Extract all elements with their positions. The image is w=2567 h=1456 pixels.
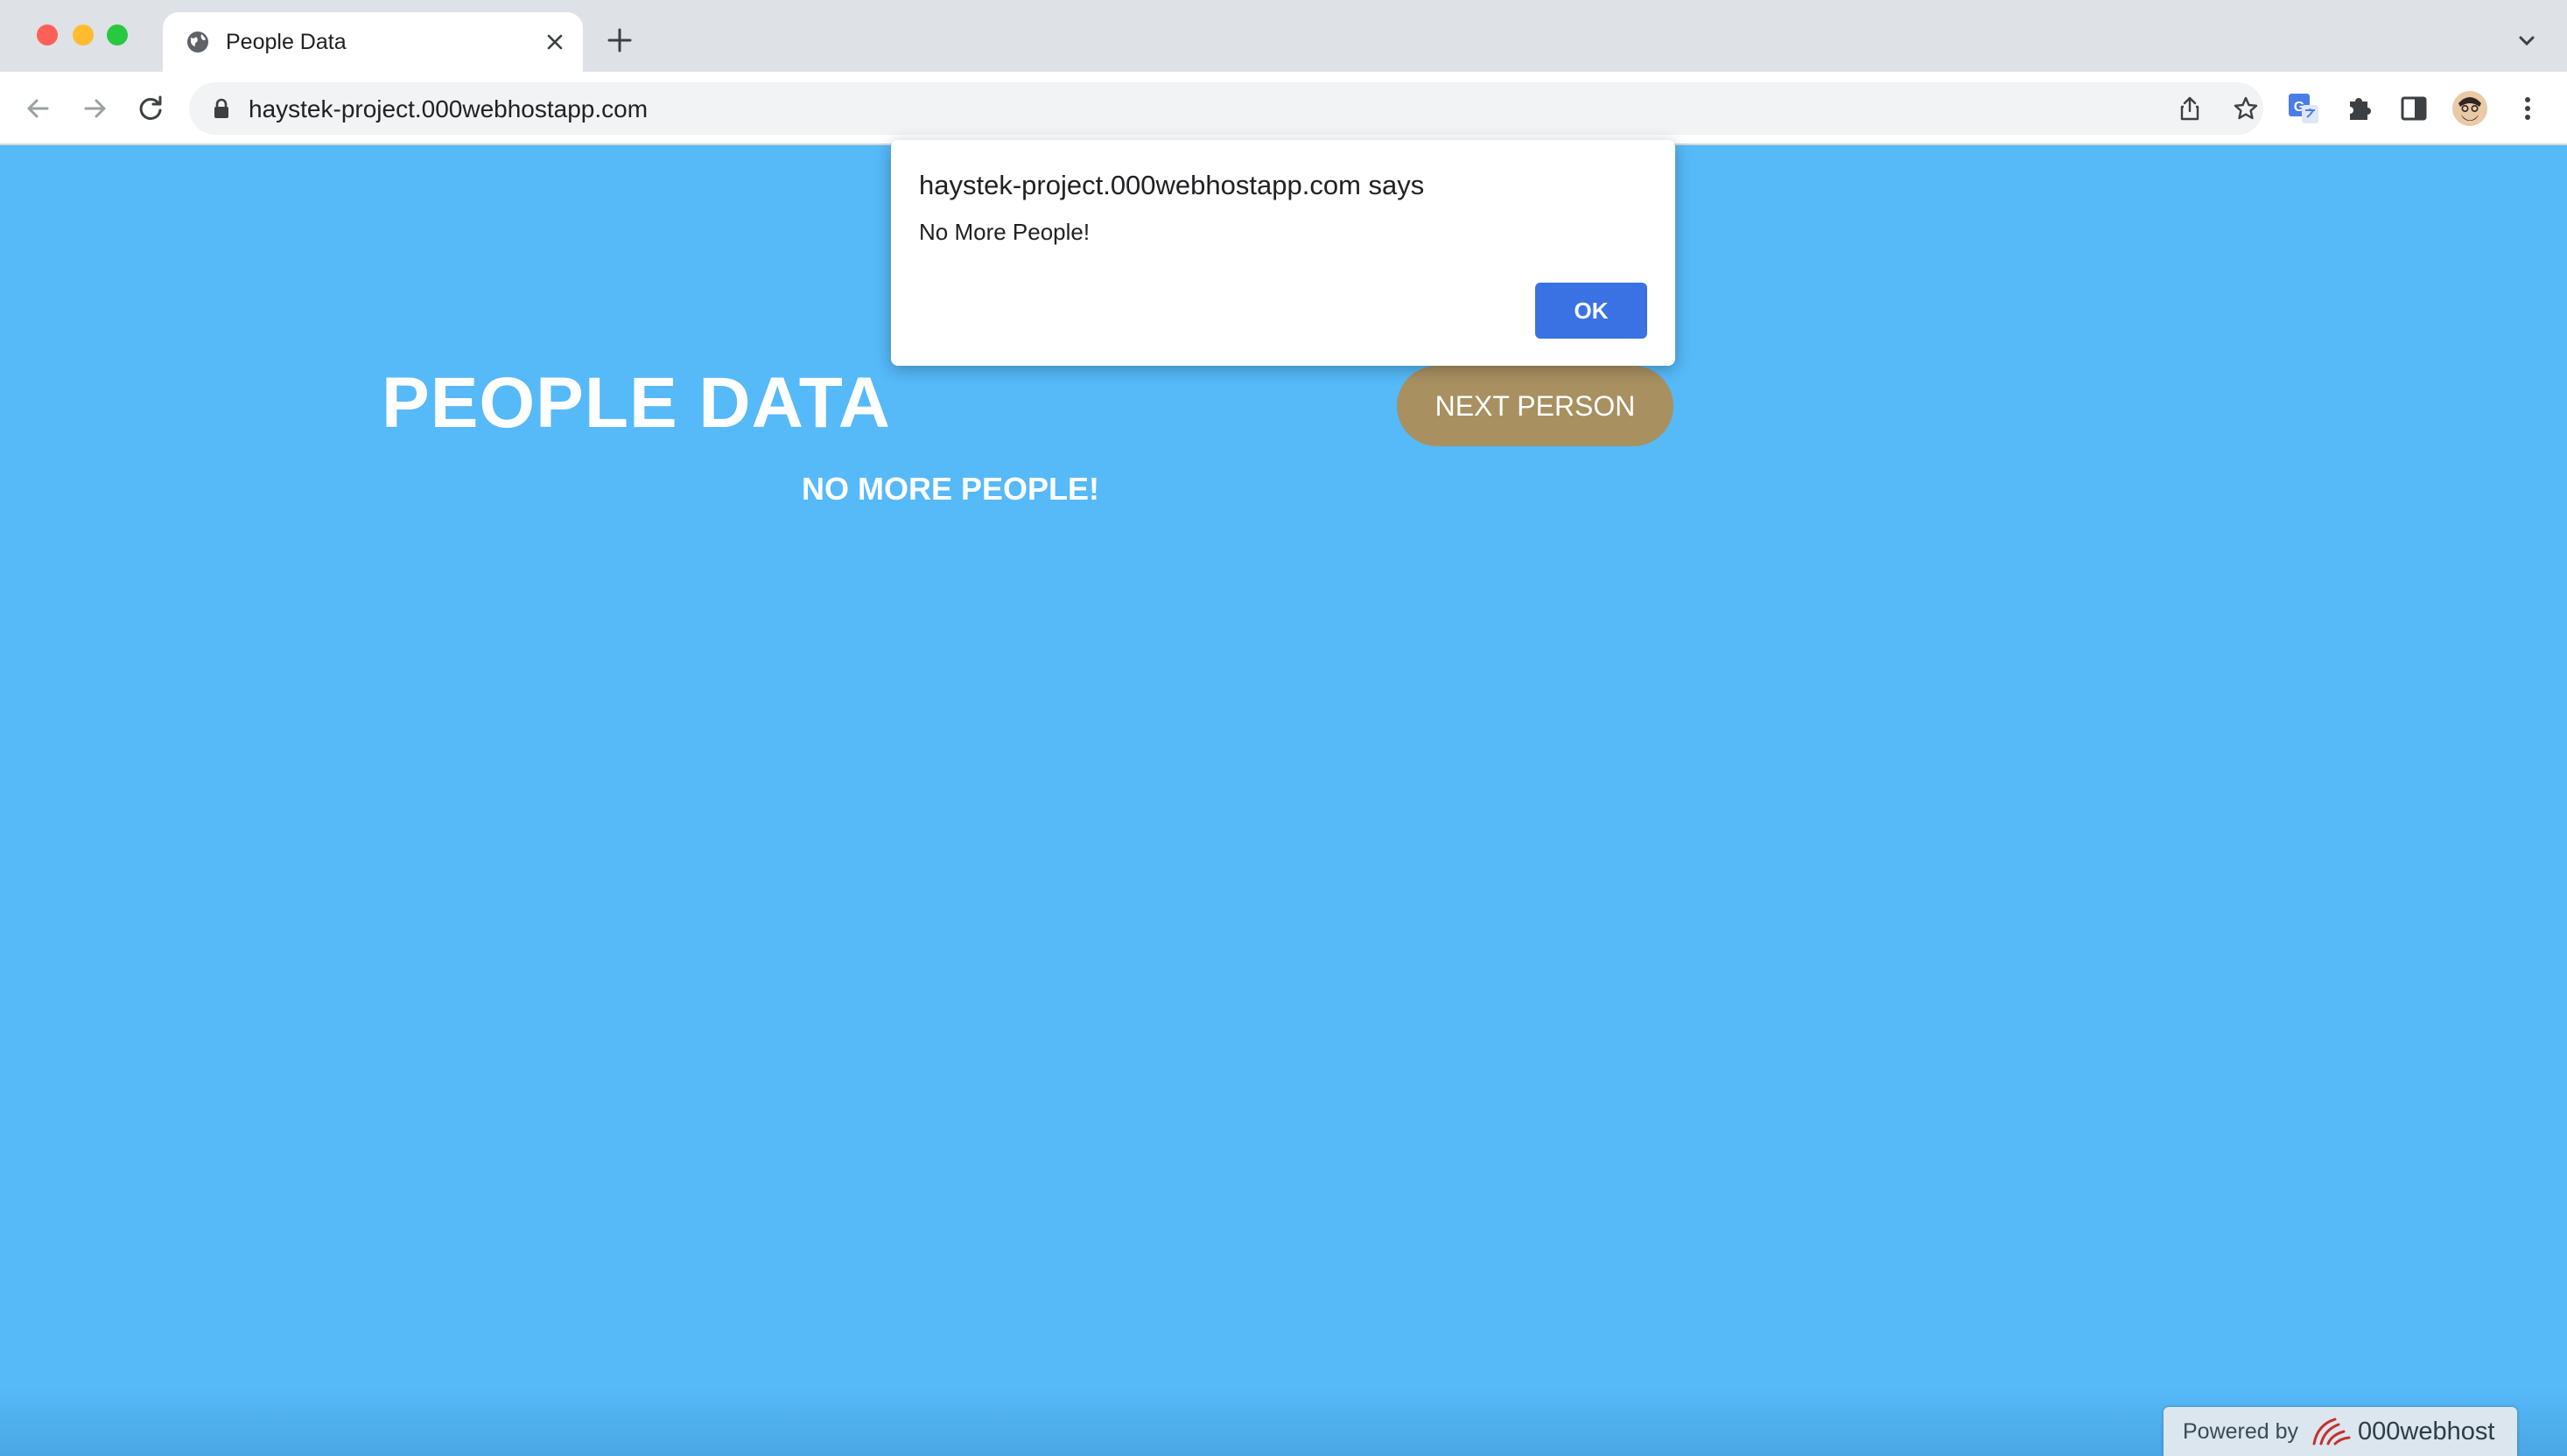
forward-arrow-icon[interactable] [75,89,114,128]
browser-tabstrip: People Data [0,0,2567,72]
dialog-title: haystek-project.000webhostapp.com says [919,170,1425,200]
profile-avatar[interactable] [2452,91,2487,126]
address-bar[interactable]: haystek-project.000webhostapp.com [189,82,2263,135]
active-tab[interactable]: People Data [163,12,583,72]
close-tab-icon[interactable] [541,28,569,56]
minimize-window-button[interactable] [73,24,94,46]
tab-title: People Data [226,30,347,54]
reload-icon[interactable] [131,89,170,128]
next-person-button[interactable]: NEXT PERSON [1397,366,1673,446]
puzzle-extensions-icon[interactable] [2342,91,2377,126]
dialog-message: No More People! [919,219,1091,245]
powered-by-badge[interactable]: Powered by 000webhost [2164,1407,2517,1456]
alert-dialog: haystek-project.000webhostapp.com says N… [891,140,1675,366]
globe-icon [187,32,208,52]
new-tab-icon[interactable] [604,24,635,56]
chevron-down-icon[interactable] [2514,28,2540,54]
page-title: PEOPLE DATA [382,363,891,443]
avatar-face-icon [2452,91,2487,126]
share-icon[interactable] [2176,94,2204,122]
maximize-window-button[interactable] [107,24,128,46]
status-message: NO MORE PEOPLE! [802,471,1100,507]
bookmark-star-icon[interactable] [2232,94,2260,122]
close-window-button[interactable] [37,24,58,46]
ok-button[interactable]: OK [1535,283,1647,339]
more-options-icon[interactable] [2510,91,2545,126]
side-panel-icon[interactable] [2396,91,2431,126]
browser-toolbar: haystek-project.000webhostapp.com G [0,72,2567,145]
powered-by-brand: 000webhost [2358,1417,2495,1446]
powered-by-label: Powered by [2183,1418,2299,1444]
back-arrow-icon[interactable] [19,89,58,128]
lock-icon[interactable] [210,96,233,121]
000webhost-logo-icon [2312,1418,2351,1446]
url-text[interactable]: haystek-project.000webhostapp.com [249,95,648,123]
translate-extension-icon[interactable]: G [2286,91,2321,126]
